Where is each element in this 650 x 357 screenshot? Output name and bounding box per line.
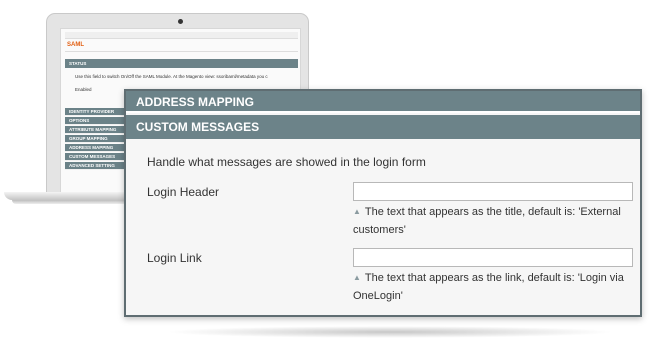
login-link-hint: ▲ The text that appears as the link, defa… <box>353 269 638 305</box>
triangle-up-icon: ▲ <box>353 273 361 282</box>
login-header-label: Login Header <box>147 185 220 199</box>
login-link-input[interactable] <box>353 248 633 267</box>
screen-page-title: SAML <box>67 42 84 48</box>
panel-floor-shadow <box>165 326 615 338</box>
section-intro-text: Handle what messages are showed in the l… <box>147 155 426 169</box>
login-link-hint-text: The text that appears as the link, defau… <box>353 272 624 302</box>
custom-messages-panel: ADDRESS MAPPING CUSTOM MESSAGES Handle w… <box>124 89 642 317</box>
screen-status-header[interactable]: STATUS <box>65 59 298 68</box>
screen-status-value: Enabled <box>75 87 92 92</box>
screen-title-divider <box>65 51 298 52</box>
login-header-hint-text: The text that appears as the title, defa… <box>353 206 621 236</box>
custom-messages-header[interactable]: CUSTOM MESSAGES <box>126 115 640 139</box>
login-header-hint: ▲ The text that appears as the title, def… <box>353 203 638 239</box>
address-mapping-header[interactable]: ADDRESS MAPPING <box>126 91 640 113</box>
login-header-input[interactable] <box>353 182 633 201</box>
triangle-up-icon: ▲ <box>353 207 361 216</box>
laptop-camera-icon <box>178 19 183 24</box>
login-link-label: Login Link <box>147 251 202 265</box>
screen-status-description: Use this field to switch On/Off the SAML… <box>75 74 268 79</box>
screen-topbar <box>65 32 298 39</box>
